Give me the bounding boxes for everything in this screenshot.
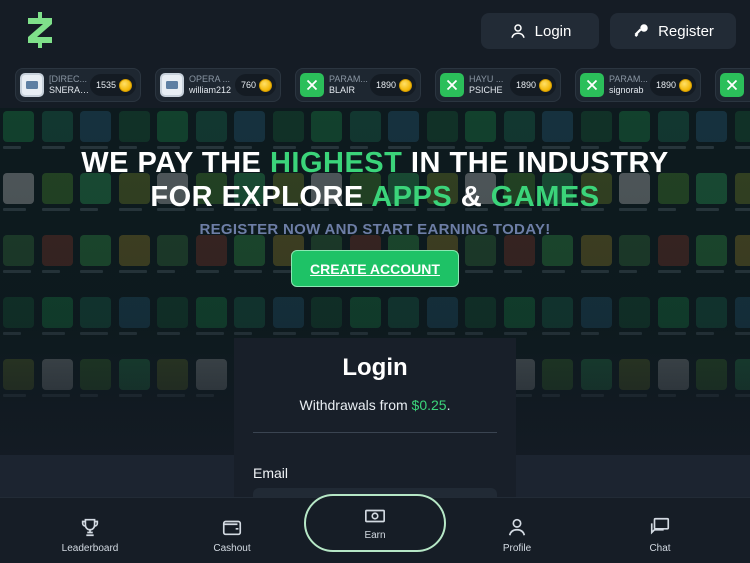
login-button[interactable]: Login: [481, 13, 599, 49]
ticker-amount-value: 1535: [95, 80, 116, 90]
withdrawals-text: Withdrawals from: [299, 397, 412, 413]
tool-icon: [300, 73, 324, 97]
trophy-icon: [81, 518, 99, 537]
headline-highlight: HIGHEST: [269, 147, 403, 179]
ticker-text: PARAM... BLAIR: [329, 74, 370, 96]
tool-icon: [440, 73, 464, 97]
coin-icon: [119, 78, 132, 92]
ticker-card[interactable]: OPERA ... william212 760: [155, 68, 281, 102]
ticker-text: [DIREC... SNERART: [49, 74, 90, 96]
user-icon: [508, 518, 526, 536]
nav-leaderboard-label: Leaderboard: [61, 543, 119, 554]
tool-icon: [580, 73, 604, 97]
coin-icon: [679, 78, 692, 92]
create-account-button[interactable]: CREATE ACCOUNT: [291, 250, 459, 287]
coin-icon: [539, 78, 552, 92]
cash-icon: [365, 509, 385, 523]
tool-icon: [720, 73, 744, 97]
ticker-user: SNERART: [49, 85, 90, 95]
key-icon: [634, 24, 648, 37]
ticker-card[interactable]: [715, 68, 750, 102]
register-button[interactable]: Register: [610, 13, 736, 49]
top-header: Login Register: [0, 0, 750, 62]
register-button-label: Register: [658, 22, 714, 40]
ticker-card[interactable]: [DIREC... SNERART 1535: [15, 68, 141, 102]
divider: [253, 432, 497, 433]
headline-highlight: GAMES: [490, 181, 600, 213]
headline-text: IN THE INDUSTRY: [402, 147, 669, 179]
nav-earn[interactable]: Earn: [304, 494, 446, 552]
withdrawals-note: Withdrawals from $0.25.: [234, 397, 516, 413]
nav-chat-label: Chat: [649, 543, 671, 554]
hero-subline: REGISTER NOW AND START EARNING TODAY!: [199, 221, 551, 238]
ticker-amount: 1890: [509, 74, 556, 96]
nav-profile[interactable]: Profile: [472, 516, 562, 554]
login-button-label: Login: [534, 22, 572, 40]
ticker-amount: 1890: [649, 74, 696, 96]
ticker-amount-value: 1890: [515, 80, 536, 90]
ticker-user: PSICHE: [469, 85, 503, 95]
ticker-amount: 760: [234, 74, 276, 96]
ticker-card[interactable]: PARAM... signorab 1890: [575, 68, 701, 102]
headline-highlight: APPS: [371, 181, 453, 213]
email-label: Email: [253, 465, 289, 481]
ticker-text: HAYU ... PSICHE: [469, 74, 510, 96]
ticker-user: BLAIR: [329, 85, 356, 95]
ticker-amount: 1535: [89, 74, 136, 96]
ticker-title: [DIREC...: [49, 74, 88, 84]
ticker-text: OPERA ... william212: [189, 74, 235, 96]
app-icon: [160, 73, 184, 97]
headline-line-2: FOR EXPLORE APPS & GAMES: [0, 180, 750, 214]
ticker-amount-value: 1890: [375, 80, 396, 90]
nav-earn-label: Earn: [364, 530, 386, 541]
nav-chat[interactable]: Chat: [615, 516, 705, 554]
headline-text: WE PAY THE: [81, 147, 270, 179]
login-title: Login: [342, 354, 408, 381]
nav-cashout[interactable]: Cashout: [187, 516, 277, 554]
user-icon: [510, 24, 525, 38]
ticker-title: OPERA ...: [189, 74, 231, 84]
nav-profile-label: Profile: [502, 543, 532, 554]
hero-headline: WE PAY THE HIGHEST IN THE INDUSTRY FOR E…: [0, 146, 750, 214]
withdrawals-suffix: .: [446, 397, 451, 413]
app-icon: [20, 73, 44, 97]
nav-cashout-label: Cashout: [213, 543, 251, 554]
headline-text: FOR EXPLORE: [150, 181, 372, 213]
ticker-title: HAYU ...: [469, 74, 504, 84]
earnings-ticker: [DIREC... SNERART 1535 OPERA ... william212 7…: [0, 62, 750, 108]
headline-text: &: [452, 181, 491, 213]
ticker-text: PARAM... signorab: [609, 74, 650, 96]
ticker-amount-value: 760: [240, 80, 256, 90]
zap-logo-icon[interactable]: [26, 12, 54, 48]
chat-icon: [650, 517, 670, 535]
ticker-user: william212: [189, 85, 232, 95]
ticker-amount-value: 1890: [655, 80, 676, 90]
ticker-card[interactable]: PARAM... BLAIR 1890: [295, 68, 421, 102]
ticker-card[interactable]: HAYU ... PSICHE 1890: [435, 68, 561, 102]
ticker-title: PARAM...: [329, 74, 368, 84]
coin-icon: [259, 78, 272, 92]
coin-icon: [399, 78, 412, 92]
ticker-title: PARAM...: [609, 74, 648, 84]
ticker-amount: 1890: [369, 74, 416, 96]
bottom-nav: Leaderboard Cashout Earn Profile Chat: [0, 494, 750, 563]
headline-line-1: WE PAY THE HIGHEST IN THE INDUSTRY: [0, 146, 750, 180]
nav-leaderboard[interactable]: Leaderboard: [45, 516, 135, 554]
wallet-icon: [222, 520, 242, 536]
withdrawals-amount: $0.25: [411, 397, 447, 413]
ticker-user: signorab: [609, 85, 644, 95]
